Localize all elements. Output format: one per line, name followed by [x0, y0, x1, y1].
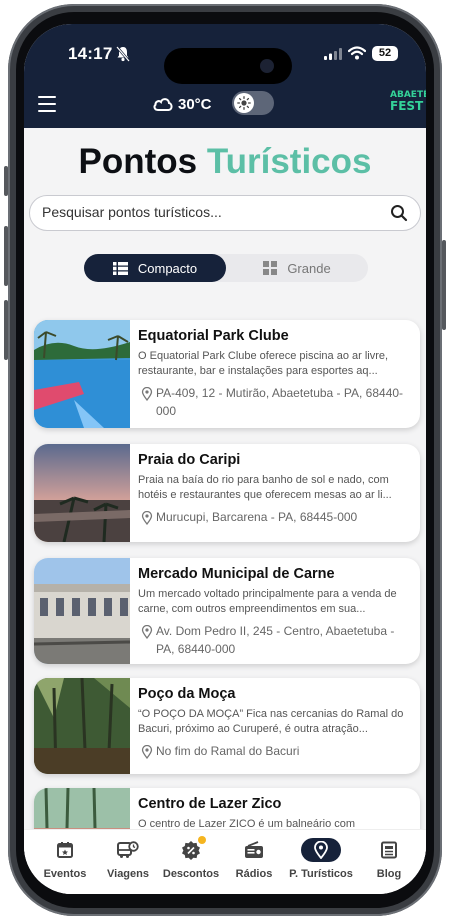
place-description: Praia na baía do rio para banho de sol e… — [138, 474, 392, 501]
cellular-signal-icon — [324, 48, 342, 60]
tab-label: Viagens — [107, 868, 149, 880]
page-title: Pontos Turísticos — [24, 142, 426, 182]
place-card[interactable]: Equatorial Park Clube O Equatorial Park … — [34, 320, 420, 428]
power-button — [442, 240, 446, 330]
place-address: Murucupi, Barcarena - PA, 68445-000 — [156, 510, 358, 524]
place-photo-pool — [34, 320, 130, 428]
bus-icon — [93, 838, 163, 862]
place-address: No fim do Ramal do Bacuri — [156, 744, 300, 758]
app-screen: 14:17 52 30°C ABAETÉ FEST Pontos Turísti… — [24, 24, 426, 894]
app-logo: ABAETÉ FEST — [390, 91, 426, 113]
theme-knob — [234, 93, 254, 113]
place-address-row: No fim do Ramal do Bacuri — [138, 742, 410, 760]
cloud-icon — [153, 98, 173, 111]
tab-label: Blog — [376, 868, 402, 880]
place-name: Praia do Caripi — [138, 452, 241, 468]
grid-icon — [263, 261, 278, 275]
sun-icon — [237, 96, 251, 110]
place-card-body: Praia do Caripi Praia na baía do rio par… — [138, 452, 410, 526]
menu-icon[interactable] — [38, 96, 56, 112]
large-view-button[interactable]: Grande — [226, 254, 368, 282]
camera-icon — [260, 59, 274, 73]
place-card[interactable]: Poço da Moça “O POÇO DA MOÇA” Fica nas c… — [34, 678, 420, 774]
main-content: Pontos Turísticos Compacto — [24, 128, 426, 894]
place-address-row: Av. Dom Pedro II, 245 - Centro, Abaetetu… — [138, 622, 410, 658]
bottom-tab-bar: Eventos Viagens Descontos Rádios P. Turí… — [24, 829, 426, 894]
large-view-label: Grande — [287, 260, 331, 276]
volume-down-button — [4, 300, 8, 360]
tab-radios[interactable]: Rádios — [219, 838, 289, 880]
temperature-label: 30°C — [178, 95, 212, 113]
silent-bell-icon — [116, 46, 130, 62]
search-icon[interactable] — [390, 204, 408, 222]
place-name: Mercado Municipal de Carne — [138, 566, 335, 582]
page-title-part1: Pontos — [78, 142, 198, 181]
compact-view-button[interactable]: Compacto — [84, 254, 226, 282]
weather-widget: 30°C — [152, 92, 212, 116]
status-bar: 14:17 52 — [24, 38, 426, 84]
tab-blog[interactable]: Blog — [354, 838, 424, 880]
action-button — [4, 166, 8, 196]
place-name: Poço da Moça — [138, 686, 236, 702]
discount-badge-icon — [156, 836, 226, 862]
compact-view-label: Compacto — [137, 260, 198, 276]
radio-icon — [219, 838, 289, 862]
place-address: Av. Dom Pedro II, 245 - Centro, Abaetetu… — [156, 624, 395, 656]
tab-label: Rádios — [235, 868, 273, 880]
tab-label: P. Turísticos — [289, 868, 353, 880]
tab-eventos[interactable]: Eventos — [30, 838, 100, 880]
volume-up-button — [4, 226, 8, 286]
place-description: Um mercado voltado principalmente para a… — [138, 588, 397, 615]
place-card[interactable]: Praia do Caripi Praia na baía do rio par… — [34, 444, 420, 542]
notification-dot — [198, 836, 206, 844]
view-mode-toggle: Compacto Grande — [84, 254, 368, 282]
place-photo-forest — [34, 678, 130, 774]
place-description: O Equatorial Park Clube oferece piscina … — [138, 350, 389, 377]
wifi-icon — [348, 46, 366, 60]
tab-pontos-turisticos[interactable]: P. Turísticos — [282, 838, 360, 880]
page-title-part2: Turísticos — [206, 142, 372, 181]
place-card[interactable]: Mercado Municipal de Carne Um mercado vo… — [34, 558, 420, 664]
tab-label: Descontos — [162, 868, 220, 880]
battery-indicator: 52 — [372, 46, 398, 61]
place-name: Centro de Lazer Zico — [138, 796, 282, 812]
location-pin-icon — [301, 838, 341, 862]
app-header: 14:17 52 30°C ABAETÉ FEST — [24, 24, 426, 128]
status-time: 14:17 — [68, 44, 113, 63]
search-bar — [29, 195, 421, 231]
newspaper-icon — [354, 838, 424, 862]
calendar-icon — [30, 838, 100, 862]
place-address: PA-409, 12 - Mutirão, Abaetetuba - PA, 6… — [156, 386, 404, 418]
logo-line-2: FEST — [390, 99, 424, 113]
place-address-row: Murucupi, Barcarena - PA, 68445-000 — [138, 508, 410, 526]
location-pin-icon — [141, 511, 153, 525]
place-photo-beach — [34, 444, 130, 542]
place-description: “O POÇO DA MOÇA” Fica nas cercanias do R… — [138, 708, 404, 735]
tab-viagens[interactable]: Viagens — [93, 838, 163, 880]
place-address-row: PA-409, 12 - Mutirão, Abaetetuba - PA, 6… — [138, 384, 410, 420]
place-photo-market — [34, 558, 130, 664]
list-icon — [112, 261, 128, 275]
location-pin-icon — [141, 387, 153, 401]
location-pin-icon — [141, 625, 153, 639]
header-toolbar: 30°C ABAETÉ FEST — [24, 88, 426, 120]
dynamic-island — [164, 48, 292, 84]
location-pin-icon — [141, 745, 153, 759]
theme-toggle[interactable] — [232, 91, 274, 115]
place-name: Equatorial Park Clube — [138, 328, 289, 344]
place-card-body: Mercado Municipal de Carne Um mercado vo… — [138, 566, 410, 658]
tab-descontos[interactable]: Descontos — [156, 836, 226, 880]
place-card-body: Poço da Moça “O POÇO DA MOÇA” Fica nas c… — [138, 686, 410, 760]
tab-label: Eventos — [43, 868, 87, 880]
search-input[interactable] — [40, 203, 374, 221]
place-card-body: Equatorial Park Clube O Equatorial Park … — [138, 328, 410, 420]
